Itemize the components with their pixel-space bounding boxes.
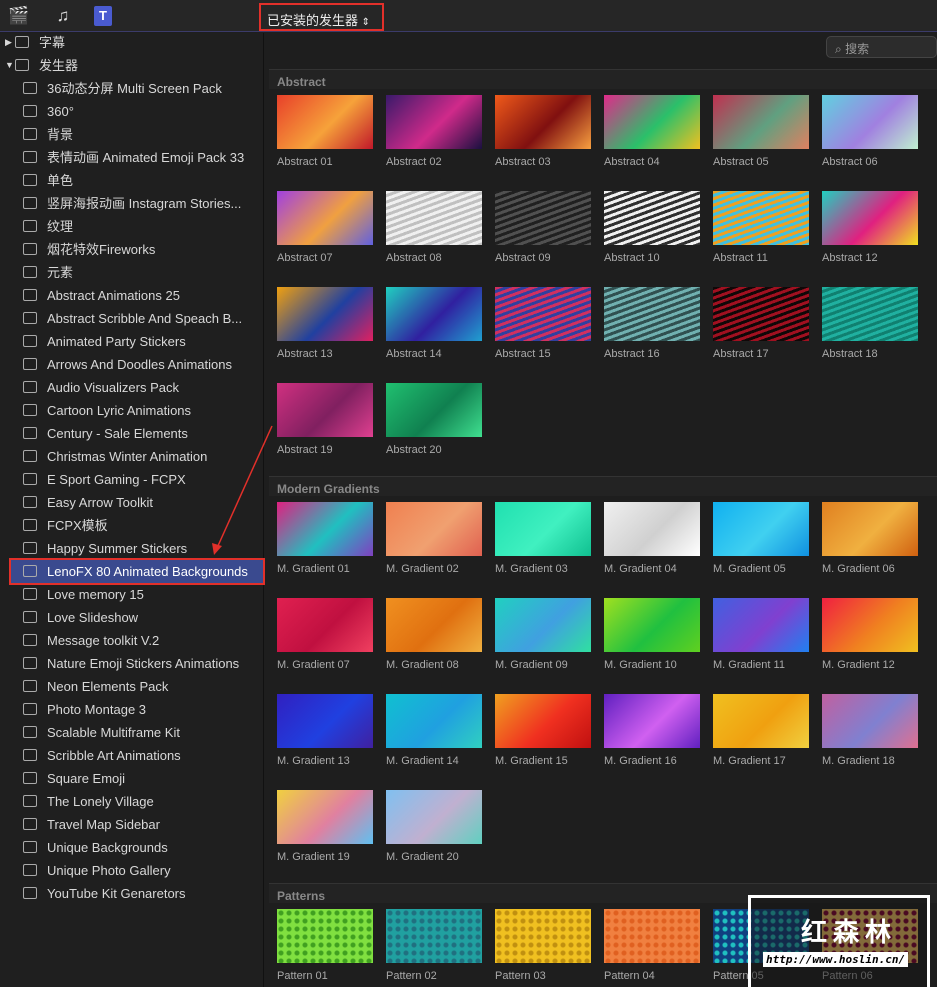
thumbnail-label: M. Gradient 20 — [386, 851, 459, 863]
generator-thumbnail[interactable] — [713, 191, 809, 245]
thumbnail-label: Abstract 04 — [604, 156, 660, 168]
generator-thumbnail[interactable] — [713, 287, 809, 341]
generator-thumbnail[interactable] — [495, 287, 591, 341]
section-header: Modern Gradients — [269, 476, 937, 496]
generator-thumbnail[interactable] — [604, 909, 700, 963]
thumbnail-label: M. Gradient 12 — [822, 659, 895, 671]
thumbnail-label: Pattern 03 — [495, 970, 546, 982]
generator-thumbnail[interactable] — [386, 191, 482, 245]
thumbnail-label: M. Gradient 08 — [386, 659, 459, 671]
generator-thumbnail[interactable] — [495, 598, 591, 652]
generator-thumbnail[interactable] — [277, 790, 373, 844]
generator-thumbnail[interactable] — [495, 191, 591, 245]
thumbnail-label: M. Gradient 07 — [277, 659, 350, 671]
thumbnail-label: Abstract 08 — [386, 252, 442, 264]
generator-thumbnail[interactable] — [277, 191, 373, 245]
generator-thumbnail[interactable] — [386, 694, 482, 748]
generator-thumbnail[interactable] — [277, 95, 373, 149]
thumbnail-label: Pattern 04 — [604, 970, 655, 982]
thumbnail-label: Abstract 18 — [822, 348, 878, 360]
thumbnail-label: M. Gradient 11 — [713, 659, 785, 671]
thumbnail-label: M. Gradient 06 — [822, 563, 895, 575]
generator-thumbnail[interactable] — [604, 598, 700, 652]
generator-thumbnail[interactable] — [495, 502, 591, 556]
thumbnail-label: Abstract 19 — [277, 444, 333, 456]
generator-thumbnail[interactable] — [495, 909, 591, 963]
thumbnail-label: Abstract 13 — [277, 348, 333, 360]
generator-thumbnail[interactable] — [822, 598, 918, 652]
generator-thumbnail[interactable] — [277, 383, 373, 437]
generator-thumbnail[interactable] — [277, 909, 373, 963]
generator-thumbnail[interactable] — [713, 95, 809, 149]
thumbnail-label: Abstract 11 — [713, 252, 768, 264]
generator-thumbnail[interactable] — [604, 694, 700, 748]
thumbnail-label: Abstract 03 — [495, 156, 551, 168]
thumbnail-label: Abstract 12 — [822, 252, 878, 264]
generator-thumbnail[interactable] — [822, 694, 918, 748]
thumbnail-label: Abstract 15 — [495, 348, 551, 360]
generator-thumbnail[interactable] — [277, 502, 373, 556]
generator-thumbnail[interactable] — [277, 598, 373, 652]
thumbnail-label: M. Gradient 16 — [604, 755, 677, 767]
thumbnail-label: Abstract 02 — [386, 156, 442, 168]
thumbnail-label: M. Gradient 17 — [713, 755, 786, 767]
generator-thumbnail[interactable] — [822, 191, 918, 245]
generator-thumbnail[interactable] — [604, 502, 700, 556]
generator-thumbnail[interactable] — [604, 95, 700, 149]
thumbnail-label: M. Gradient 13 — [277, 755, 350, 767]
thumbnail-label: Abstract 20 — [386, 444, 442, 456]
thumbnail-label: M. Gradient 18 — [822, 755, 895, 767]
thumbnail-label: Abstract 17 — [713, 348, 769, 360]
generator-thumbnail[interactable] — [277, 287, 373, 341]
thumbnail-label: M. Gradient 05 — [713, 563, 786, 575]
thumbnail-label: Abstract 09 — [495, 252, 551, 264]
thumbnail-label: M. Gradient 14 — [386, 755, 459, 767]
thumbnail-label: Abstract 14 — [386, 348, 442, 360]
generator-thumbnail[interactable] — [713, 694, 809, 748]
generator-thumbnail[interactable] — [386, 95, 482, 149]
thumbnail-label: M. Gradient 03 — [495, 563, 568, 575]
generator-thumbnail[interactable] — [713, 598, 809, 652]
generator-thumbnail[interactable] — [386, 909, 482, 963]
thumbnail-label: M. Gradient 09 — [495, 659, 568, 671]
thumbnail-label: Abstract 01 — [277, 156, 333, 168]
generator-thumbnail[interactable] — [604, 287, 700, 341]
thumbnail-label: M. Gradient 10 — [604, 659, 677, 671]
generator-thumbnail[interactable] — [713, 502, 809, 556]
generator-thumbnail[interactable] — [277, 694, 373, 748]
watermark-url: http://www.hoslin.cn/ — [763, 952, 909, 967]
generator-thumbnail[interactable] — [822, 502, 918, 556]
generator-thumbnail[interactable] — [822, 95, 918, 149]
thumbnail-label: Abstract 07 — [277, 252, 333, 264]
generator-thumbnail[interactable] — [386, 287, 482, 341]
thumbnail-label: M. Gradient 01 — [277, 563, 350, 575]
thumbnail-label: Abstract 16 — [604, 348, 660, 360]
watermark-logo-text: 红森林 — [801, 917, 898, 947]
watermark: 红森林 http://www.hoslin.cn/ — [748, 895, 930, 987]
generator-thumbnail[interactable] — [822, 287, 918, 341]
section-header: Abstract — [269, 69, 937, 89]
thumbnail-label: M. Gradient 15 — [495, 755, 568, 767]
thumbnail-label: M. Gradient 04 — [604, 563, 677, 575]
thumbnail-label: M. Gradient 19 — [277, 851, 350, 863]
generator-thumbnail[interactable] — [386, 502, 482, 556]
generator-thumbnail[interactable] — [495, 95, 591, 149]
thumbnail-label: Abstract 06 — [822, 156, 878, 168]
thumbnail-label: Pattern 01 — [277, 970, 328, 982]
generator-thumbnail[interactable] — [386, 383, 482, 437]
thumbnail-label: M. Gradient 02 — [386, 563, 459, 575]
generator-thumbnail[interactable] — [386, 790, 482, 844]
generator-thumbnail[interactable] — [386, 598, 482, 652]
thumbnail-label: Abstract 05 — [713, 156, 769, 168]
thumbnail-label: Abstract 10 — [604, 252, 660, 264]
generator-thumbnail[interactable] — [495, 694, 591, 748]
generator-thumbnail[interactable] — [604, 191, 700, 245]
thumbnail-label: Pattern 02 — [386, 970, 437, 982]
